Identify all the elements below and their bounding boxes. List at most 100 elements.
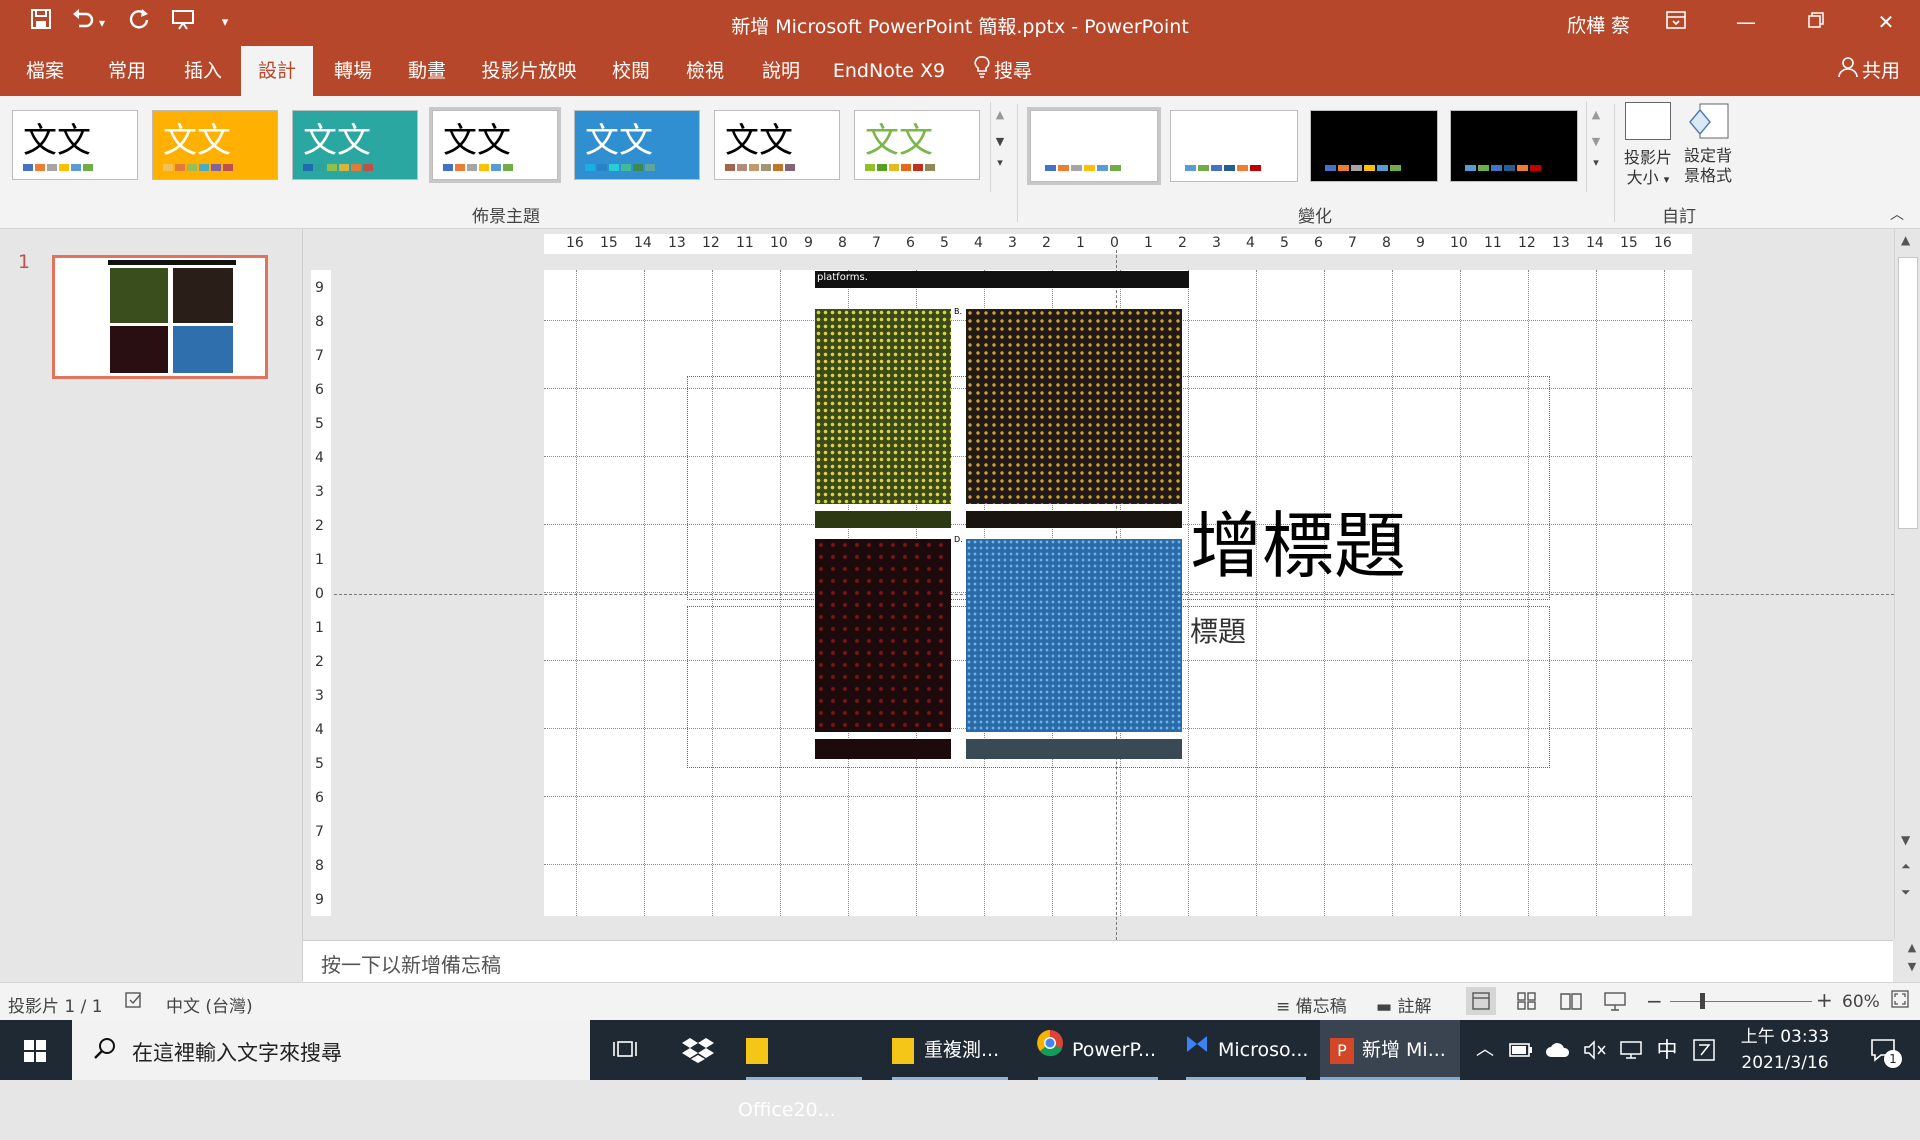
dropbox-button[interactable] xyxy=(672,1020,724,1080)
slide-title[interactable]: 增標題 xyxy=(1190,506,1406,586)
onedrive-icon[interactable] xyxy=(1542,1020,1574,1080)
theme-option-3[interactable]: 文文 xyxy=(292,110,418,180)
zoom-out-button[interactable]: − xyxy=(1646,989,1663,1013)
next-slide-icon[interactable]: ⏷ xyxy=(1901,885,1911,900)
tab-animations[interactable]: 動畫 xyxy=(396,46,458,96)
clock[interactable]: 上午 03:33 2021/3/16 xyxy=(1730,1024,1840,1076)
slide-sorter-button[interactable] xyxy=(1512,987,1542,1020)
zoom-slider[interactable] xyxy=(1670,1001,1812,1002)
theme-option-2[interactable]: 文文 xyxy=(152,110,278,180)
tab-slide-show[interactable]: 投影片放映 xyxy=(476,46,582,96)
theme-option-5[interactable]: 文文 xyxy=(574,110,700,180)
scroll-down-icon[interactable]: ▼ xyxy=(1901,833,1910,847)
ribbon-display-options-icon[interactable] xyxy=(1646,0,1706,46)
gallery-down-icon[interactable]: ▼ xyxy=(991,135,1009,148)
customize-qat-icon[interactable]: ▾ xyxy=(208,8,242,38)
slide-thumbnail[interactable] xyxy=(52,255,268,379)
variants-up-icon[interactable]: ▲ xyxy=(1587,108,1605,121)
language-indicator[interactable]: 中文 (台灣) xyxy=(166,992,253,1017)
reading-view-button[interactable] xyxy=(1556,987,1586,1020)
minimize-button[interactable]: — xyxy=(1716,0,1776,46)
notes-placeholder[interactable]: 按一下以新增備忘稿 xyxy=(321,949,501,978)
restore-button[interactable] xyxy=(1786,0,1846,46)
comments-toggle[interactable]: ▬ 註解 xyxy=(1376,992,1431,1017)
format-background-button[interactable]: 設定背 景格式 xyxy=(1680,102,1736,202)
user-name[interactable]: 欣樺 蔡 xyxy=(1567,11,1630,38)
taskbar-app-explorer-1[interactable]: Office20... xyxy=(738,1020,870,1121)
ruler-tick-label: 12 xyxy=(1518,235,1536,251)
variants-more-icon[interactable]: ▾ xyxy=(1587,156,1605,169)
scroll-up-icon[interactable]: ▲ xyxy=(1901,233,1910,247)
variants-down-icon[interactable]: ▼ xyxy=(1587,135,1605,148)
theme-option-1[interactable]: 文文 xyxy=(12,110,138,180)
collapse-ribbon-icon[interactable]: ︿ xyxy=(1890,204,1904,224)
battery-icon[interactable] xyxy=(1506,1020,1536,1080)
microarray-panel-a xyxy=(815,309,951,504)
taskbar-app-powerpoint[interactable]: P 新增 Mi... xyxy=(1320,1020,1460,1080)
slide-size-button[interactable]: 投影片 大小 ▾ xyxy=(1620,102,1676,202)
zoom-slider-thumb[interactable] xyxy=(1700,993,1705,1009)
tab-home[interactable]: 常用 xyxy=(96,46,158,96)
start-from-beginning-icon[interactable] xyxy=(166,8,200,38)
spelling-icon[interactable] xyxy=(124,990,144,1015)
share-button[interactable]: 共用 xyxy=(1824,46,1914,96)
tab-transitions[interactable]: 轉場 xyxy=(322,46,384,96)
group-separator xyxy=(1614,104,1615,222)
start-button[interactable] xyxy=(0,1020,70,1080)
zoom-level[interactable]: 60% xyxy=(1842,992,1880,1012)
variant-option-1[interactable] xyxy=(1027,107,1161,185)
show-hidden-icons[interactable]: ︿ xyxy=(1470,1020,1500,1080)
notes-toggle[interactable]: ≡ 備忘稿 xyxy=(1276,992,1347,1017)
tab-endnote[interactable]: EndNote X9 xyxy=(830,46,948,96)
network-icon[interactable] xyxy=(1616,1020,1646,1080)
notes-scroll-down-icon[interactable]: ▼ xyxy=(1901,960,1920,973)
gallery-more-icon[interactable]: ▾ xyxy=(991,156,1009,169)
scroll-thumb[interactable] xyxy=(1898,257,1918,529)
taskbar-app-microsoft[interactable]: Microso... xyxy=(1178,1020,1314,1080)
task-view-button[interactable] xyxy=(604,1020,646,1080)
undo-dropdown-icon[interactable]: ▾ xyxy=(94,8,110,38)
tab-help[interactable]: 說明 xyxy=(750,46,812,96)
slide-subtitle[interactable]: 標題 xyxy=(1190,610,1246,650)
tab-search[interactable]: 搜尋 xyxy=(968,46,1038,96)
ime-mode-icon[interactable] xyxy=(1688,1020,1720,1080)
save-icon[interactable] xyxy=(24,8,58,38)
editor-scrollbar[interactable]: ▲ ▼ ⏶ ⏷ xyxy=(1894,229,1920,939)
variants-gallery-scroll[interactable]: ▲ ▼ ▾ xyxy=(1586,102,1605,192)
slideshow-view-button[interactable] xyxy=(1600,987,1630,1020)
theme-option-4[interactable]: 文文 xyxy=(429,107,561,183)
taskbar-search-box[interactable]: 在這裡輸入文字來搜尋 xyxy=(72,1020,590,1080)
gridline xyxy=(644,270,645,916)
figure-caption: platforms. xyxy=(817,272,868,283)
ime-indicator[interactable]: 中 xyxy=(1652,1020,1682,1080)
taskbar-app-explorer-2[interactable]: 重複測... xyxy=(884,1020,1016,1080)
redo-icon[interactable] xyxy=(122,8,156,38)
notes-scrollbar[interactable]: ▲ ▼ xyxy=(1901,941,1920,983)
themes-gallery-scroll[interactable]: ▲ ▼ ▾ xyxy=(990,102,1009,192)
volume-muted-icon[interactable] xyxy=(1580,1020,1610,1080)
slide-canvas[interactable]: platforms. B. D. 增標題 標題 xyxy=(334,250,1894,950)
tab-insert[interactable]: 插入 xyxy=(172,46,234,96)
ruler-tick-label: 7 xyxy=(315,824,324,840)
variant-option-3[interactable] xyxy=(1310,110,1438,182)
variant-option-2[interactable] xyxy=(1170,110,1298,182)
ruler-tick-label: 5 xyxy=(315,756,324,772)
theme-option-7[interactable]: 文文 xyxy=(854,110,980,180)
taskbar-app-label: 新增 Mi... xyxy=(1362,1039,1446,1061)
action-center-button[interactable]: 1 xyxy=(1858,1020,1908,1080)
close-button[interactable]: ✕ xyxy=(1856,0,1916,46)
notes-scroll-up-icon[interactable]: ▲ xyxy=(1901,941,1920,954)
variant-option-4[interactable] xyxy=(1450,110,1578,182)
gallery-up-icon[interactable]: ▲ xyxy=(991,108,1009,121)
tab-view[interactable]: 檢視 xyxy=(674,46,736,96)
notes-pane[interactable]: 按一下以新增備忘稿 ▲ ▼ xyxy=(303,940,1916,983)
taskbar-app-chrome[interactable]: PowerP... xyxy=(1030,1020,1166,1080)
tab-design[interactable]: 設計 xyxy=(241,46,313,96)
fit-to-window-icon[interactable] xyxy=(1890,989,1910,1014)
normal-view-button[interactable] xyxy=(1466,987,1496,1015)
zoom-in-button[interactable]: + xyxy=(1816,988,1833,1012)
theme-option-6[interactable]: 文文 xyxy=(714,110,840,180)
tab-file[interactable]: 檔案 xyxy=(14,46,76,96)
tab-review[interactable]: 校閱 xyxy=(600,46,662,96)
previous-slide-icon[interactable]: ⏶ xyxy=(1901,859,1911,874)
